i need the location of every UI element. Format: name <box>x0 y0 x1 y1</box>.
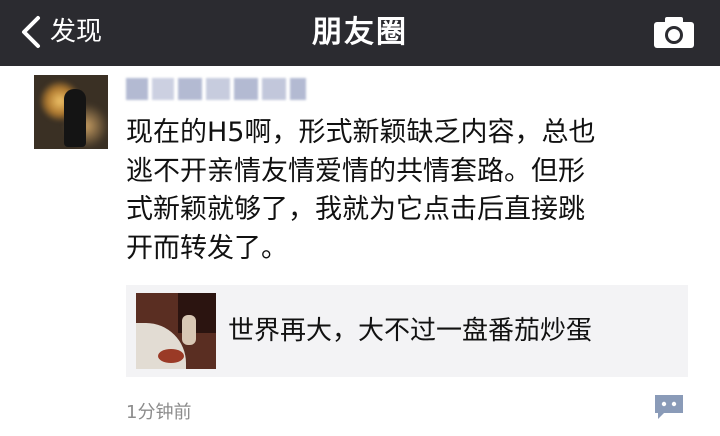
page-title: 朋友圈 <box>312 15 408 50</box>
link-title: 世界再大，大不过一盘番茄炒蛋 <box>228 316 593 346</box>
avatar[interactable] <box>34 75 108 149</box>
shared-link-card[interactable]: 世界再大，大不过一盘番茄炒蛋 <box>126 285 688 377</box>
link-thumbnail <box>136 293 216 369</box>
moments-page: 发现 朋友圈 现在的H5啊，形式新颖缺乏内容，总也 逃不开亲情友情爱情的共情套路… <box>0 0 720 436</box>
post-timestamp: 1分钟前 <box>126 402 192 423</box>
username-blurred[interactable] <box>126 78 306 100</box>
camera-icon[interactable] <box>652 14 696 50</box>
top-navbar: 发现 朋友圈 <box>0 0 720 66</box>
comment-bubble-icon[interactable] <box>652 392 686 422</box>
post-text: 现在的H5啊，形式新颖缺乏内容，总也 逃不开亲情友情爱情的共情套路。但形 式新颖… <box>126 117 596 264</box>
